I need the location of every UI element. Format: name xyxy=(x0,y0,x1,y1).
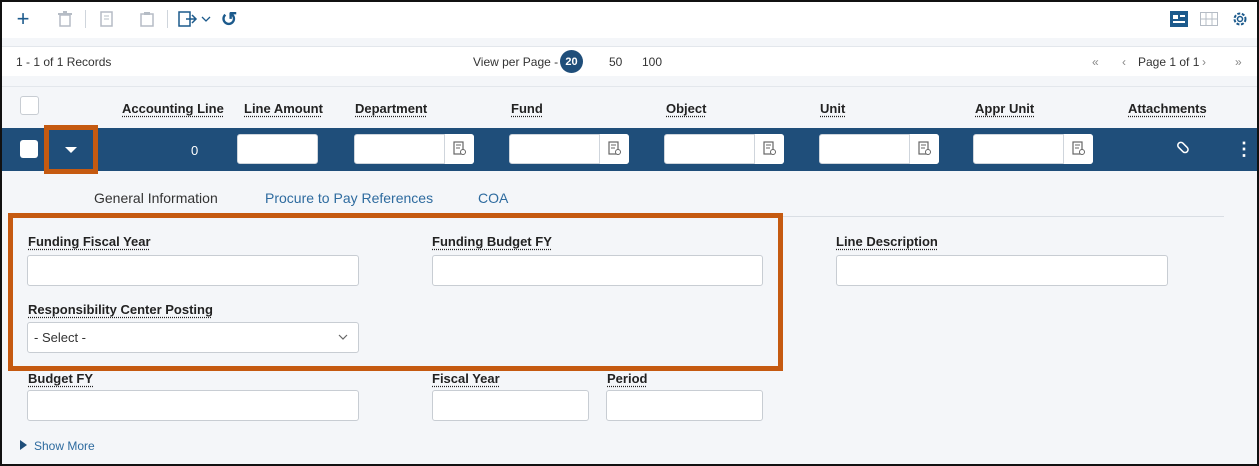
last-page-icon[interactable]: » xyxy=(1235,55,1242,69)
fund-lookup-icon[interactable] xyxy=(599,134,629,164)
grid-view-icon[interactable] xyxy=(1198,8,1220,30)
col-line-amount[interactable]: Line Amount xyxy=(244,101,323,116)
copy-icon[interactable] xyxy=(96,8,118,30)
period-label: Period xyxy=(607,371,648,386)
col-fund[interactable]: Fund xyxy=(511,101,543,116)
appr-unit-lookup-icon[interactable] xyxy=(1063,134,1093,164)
col-accounting-line[interactable]: Accounting Line xyxy=(122,101,224,116)
toolbar-divider xyxy=(167,10,168,28)
records-bar xyxy=(2,46,1257,76)
row-checkbox[interactable] xyxy=(20,140,38,158)
department-lookup-icon[interactable] xyxy=(444,134,474,164)
select-all-checkbox[interactable] xyxy=(20,96,39,115)
records-count: 1 - 1 of 1 Records xyxy=(16,55,112,69)
budget-fy-input[interactable] xyxy=(27,390,359,421)
line-amount-input[interactable] xyxy=(237,134,318,164)
accounting-line-value: 0 xyxy=(191,143,199,158)
unit-lookup-icon[interactable] xyxy=(909,134,939,164)
fiscal-year-input[interactable] xyxy=(432,390,589,421)
delete-icon[interactable] xyxy=(54,8,76,30)
col-attachments[interactable]: Attachments xyxy=(1128,101,1207,116)
fiscal-year-label: Fiscal Year xyxy=(432,371,500,386)
col-appr-unit[interactable]: Appr Unit xyxy=(975,101,1034,116)
row-expand-button[interactable] xyxy=(44,125,98,174)
page-size-20[interactable]: 20 xyxy=(560,50,583,73)
col-object[interactable]: Object xyxy=(666,101,706,116)
col-department[interactable]: Department xyxy=(355,101,427,116)
period-input[interactable] xyxy=(606,390,763,421)
col-unit[interactable]: Unit xyxy=(820,101,845,116)
paste-icon[interactable] xyxy=(136,8,158,30)
budget-fy-label: Budget FY xyxy=(28,371,93,386)
tile-view-icon[interactable] xyxy=(1168,8,1190,30)
caret-right-icon[interactable] xyxy=(20,440,27,450)
highlight-box xyxy=(8,213,783,371)
kebab-menu-icon[interactable]: ⋮ xyxy=(1235,139,1253,160)
first-page-icon[interactable]: « xyxy=(1092,55,1099,69)
tab-coa[interactable]: COA xyxy=(478,190,508,206)
page-indicator: Page 1 of 1 xyxy=(1138,55,1200,69)
toolbar-divider xyxy=(85,10,86,28)
add-icon[interactable]: + xyxy=(12,6,34,31)
page-size-100[interactable]: 100 xyxy=(642,55,662,69)
line-description-label: Line Description xyxy=(836,234,938,249)
line-description-input[interactable] xyxy=(836,255,1168,286)
next-page-icon[interactable]: › xyxy=(1202,55,1206,69)
view-per-page-label: View per Page - xyxy=(473,55,559,69)
prev-page-icon[interactable]: ‹ xyxy=(1122,55,1126,69)
chevron-down-icon xyxy=(65,146,77,153)
page-size-50[interactable]: 50 xyxy=(609,55,622,69)
export-icon[interactable] xyxy=(176,8,216,30)
show-more-link[interactable]: Show More xyxy=(34,439,95,453)
undo-icon[interactable]: ↺ xyxy=(218,8,240,31)
object-lookup-icon[interactable] xyxy=(754,134,784,164)
tab-general-information[interactable]: General Information xyxy=(94,190,218,206)
tab-procure-to-pay-references[interactable]: Procure to Pay References xyxy=(265,190,433,206)
gear-icon[interactable] xyxy=(1229,8,1251,30)
